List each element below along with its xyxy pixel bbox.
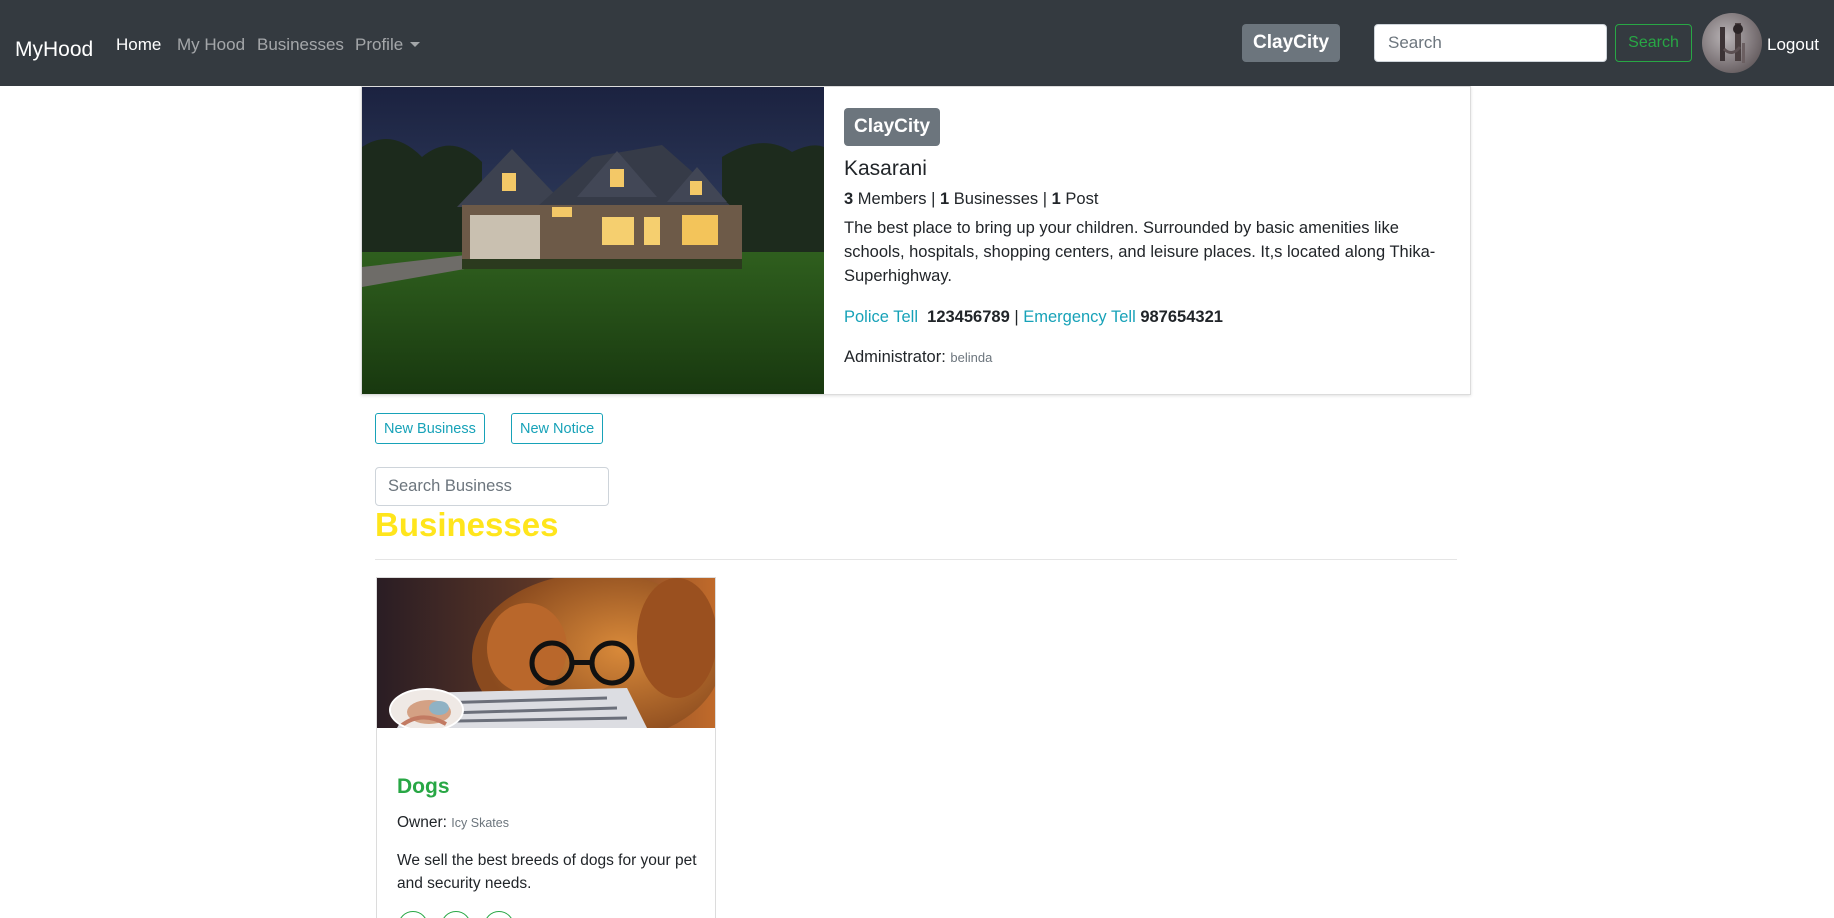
hood-stats: 3 Members | 1 Businesses | 1 Post xyxy=(844,190,1098,209)
admin-name: belinda xyxy=(950,350,993,365)
business-description: We sell the best breeds of dogs for your… xyxy=(397,852,697,892)
nav-my-hood[interactable]: My Hood xyxy=(177,35,245,55)
hood-name-badge: ClayCity xyxy=(844,108,941,146)
navbar: MyHood Home My Hood Businesses Profile C… xyxy=(0,0,1834,86)
posts-count: 1 xyxy=(1051,190,1061,208)
hood-image xyxy=(362,87,824,394)
businesses-count: 1 xyxy=(940,190,950,208)
business-owner: Owner: Icy Skates xyxy=(397,814,509,832)
logout-link[interactable]: Logout xyxy=(1767,35,1819,55)
contact-separator: | xyxy=(1014,308,1019,326)
owner-label: Owner: xyxy=(397,814,447,831)
members-count: 3 xyxy=(844,190,854,208)
search-business-input[interactable] xyxy=(375,467,609,506)
emergency-label: Emergency Tell xyxy=(1023,308,1136,326)
new-notice-button[interactable]: New Notice xyxy=(511,413,604,444)
search-input[interactable] xyxy=(1374,24,1607,62)
businesses-heading: Businesses xyxy=(375,506,559,543)
business-image xyxy=(377,578,715,728)
hood-description: The best place to bring up your children… xyxy=(844,219,1436,285)
police-label: Police Tell xyxy=(844,308,918,326)
business-name[interactable]: Dogs xyxy=(397,775,450,799)
avatar-image xyxy=(1720,23,1745,63)
business-logo xyxy=(389,688,464,728)
search-button[interactable]: Search xyxy=(1615,24,1692,62)
business-card[interactable]: Dogs Owner: Icy Skates We sell the best … xyxy=(376,577,716,918)
owner-name: Icy Skates xyxy=(451,816,509,830)
business-action-button[interactable] xyxy=(441,911,471,918)
emergency-number: 987654321 xyxy=(1140,308,1223,326)
nav-home[interactable]: Home xyxy=(116,35,161,55)
section-divider xyxy=(375,559,1457,560)
nav-businesses[interactable]: Businesses xyxy=(257,35,344,55)
hood-card: ClayCity Kasarani 3 Members | 1 Business… xyxy=(361,86,1471,395)
chevron-down-icon xyxy=(410,42,421,47)
business-action-button[interactable] xyxy=(398,911,428,918)
business-action-button[interactable] xyxy=(484,911,514,918)
hood-location: Kasarani xyxy=(844,157,927,180)
hood-contacts: Police Tell 123456789 | Emergency Tell 9… xyxy=(844,308,1223,327)
posts-label: Post xyxy=(1065,190,1099,208)
police-number: 123456789 xyxy=(927,308,1010,326)
admin-label: Administrator: xyxy=(844,348,946,366)
nav-profile-label: Profile xyxy=(355,35,404,54)
businesses-label: Businesses | xyxy=(953,190,1048,208)
nav-profile-dropdown[interactable]: Profile xyxy=(355,35,421,55)
new-business-button[interactable]: New Business xyxy=(375,413,485,444)
brand-link[interactable]: MyHood xyxy=(15,38,93,62)
avatar[interactable] xyxy=(1702,13,1762,73)
current-hood-badge: ClayCity xyxy=(1242,24,1341,62)
hood-admin: Administrator: belinda xyxy=(844,348,992,367)
members-label: Members | xyxy=(857,190,936,208)
